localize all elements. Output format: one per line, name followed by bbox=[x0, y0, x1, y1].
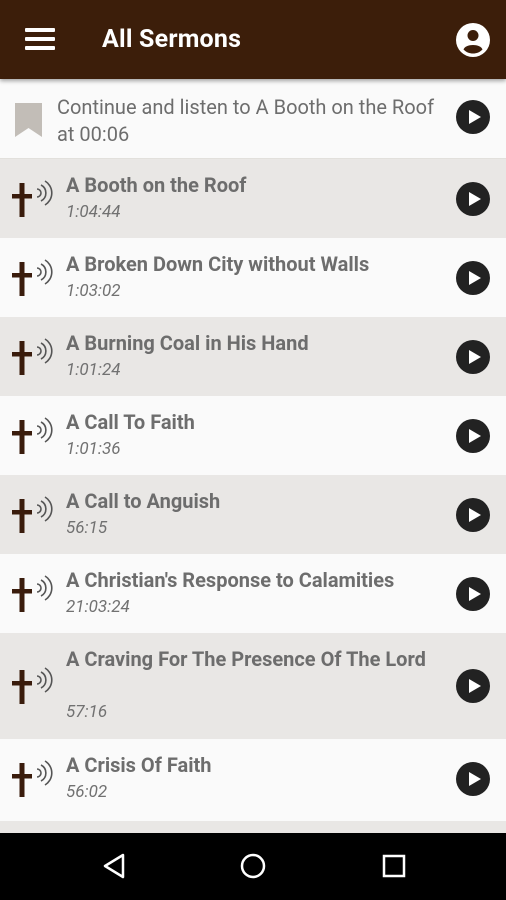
play-circle-icon[interactable] bbox=[456, 577, 490, 611]
app-bar: All Sermons bbox=[0, 0, 506, 79]
sermon-title: A Craving For The Presence Of The Lord bbox=[66, 647, 426, 671]
sermon-title: A Burning Coal in His Hand bbox=[66, 331, 309, 355]
system-nav-bar bbox=[0, 833, 506, 900]
cross-audio-icon bbox=[12, 667, 53, 704]
sermon-list: A Booth on the Roof 1:04:44 A Broken Down … bbox=[0, 159, 506, 818]
sermon-duration: 57:16 bbox=[66, 702, 108, 722]
continue-listening-text: Continue and listen to A Booth on the Ro… bbox=[57, 95, 435, 146]
cross-audio-icon bbox=[12, 180, 53, 217]
sermon-duration: 21:03:24 bbox=[66, 597, 130, 617]
sermon-duration: 1:03:02 bbox=[66, 281, 121, 301]
sermon-list-item[interactable]: A Call to Anguish 56:15 bbox=[0, 475, 506, 554]
sermon-list-item[interactable]: A Christian's Response to Calamities 21:0… bbox=[0, 554, 506, 633]
sermon-title: A Booth on the Roof bbox=[66, 173, 247, 197]
recents-square-icon[interactable] bbox=[379, 851, 409, 881]
play-circle-icon[interactable] bbox=[456, 261, 490, 295]
sermon-duration: 56:15 bbox=[66, 518, 108, 538]
sermon-list-item[interactable]: A Craving For The Presence Of The Lord 57… bbox=[0, 633, 506, 739]
play-circle-icon[interactable] bbox=[456, 762, 490, 796]
bookmark-icon bbox=[15, 103, 42, 137]
list-item-partial bbox=[0, 821, 506, 833]
page-title: All Sermons bbox=[102, 25, 242, 54]
cross-audio-icon bbox=[12, 417, 53, 454]
home-circle-icon[interactable] bbox=[238, 851, 268, 881]
sermon-list-item[interactable]: A Booth on the Roof 1:04:44 bbox=[0, 159, 506, 238]
play-circle-icon[interactable] bbox=[456, 498, 490, 532]
cross-audio-icon bbox=[12, 496, 53, 533]
play-circle-icon[interactable] bbox=[456, 182, 490, 216]
account-circle-icon[interactable] bbox=[456, 23, 490, 57]
sermon-title: A Call to Anguish bbox=[66, 489, 221, 513]
sermon-title: A Call To Faith bbox=[66, 410, 195, 434]
cross-audio-icon bbox=[12, 575, 53, 612]
sermon-title: A Broken Down City without Walls bbox=[66, 252, 370, 276]
sermon-title: A Christian's Response to Calamities bbox=[66, 568, 395, 592]
play-circle-icon[interactable] bbox=[456, 419, 490, 453]
cross-audio-icon bbox=[12, 760, 53, 797]
play-circle-icon[interactable] bbox=[456, 669, 490, 703]
sermon-duration: 56:02 bbox=[66, 782, 108, 802]
sermon-duration: 1:01:24 bbox=[66, 360, 121, 380]
play-circle-icon[interactable] bbox=[456, 100, 490, 134]
cross-audio-icon bbox=[12, 338, 53, 375]
sermon-duration: 1:01:36 bbox=[66, 439, 121, 459]
sermon-title: A Crisis Of Faith bbox=[66, 753, 212, 777]
sermon-duration: 1:04:44 bbox=[66, 202, 121, 222]
sermon-list-item[interactable]: A Crisis Of Faith 56:02 bbox=[0, 739, 506, 818]
sermon-list-item[interactable]: A Call To Faith 1:01:36 bbox=[0, 396, 506, 475]
back-triangle-icon[interactable] bbox=[99, 851, 129, 881]
sermon-list-item[interactable]: A Burning Coal in His Hand 1:01:24 bbox=[0, 317, 506, 396]
cross-audio-icon bbox=[12, 259, 53, 296]
play-circle-icon[interactable] bbox=[456, 340, 490, 374]
hamburger-menu-icon[interactable] bbox=[25, 28, 55, 50]
sermon-list-item[interactable]: A Broken Down City without Walls 1:03:02 bbox=[0, 238, 506, 317]
